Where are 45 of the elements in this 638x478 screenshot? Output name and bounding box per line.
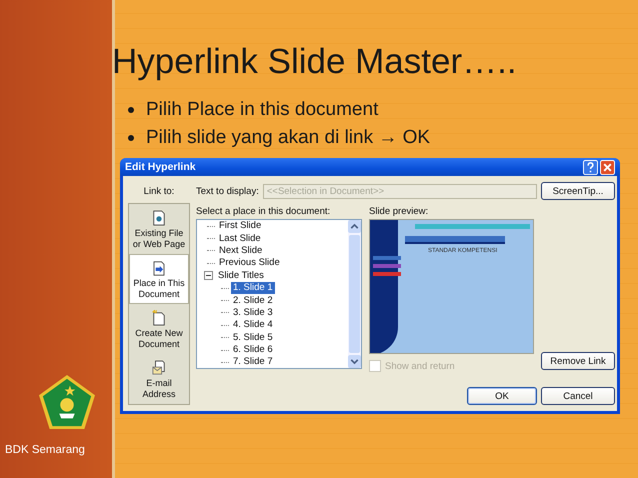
place-label: Select a place in this document: [196,206,332,217]
tree-item[interactable]: 4. Slide 4 [231,319,275,332]
help-icon[interactable] [583,160,598,174]
collapse-icon[interactable] [204,271,213,280]
document-icon [152,210,166,226]
tree-item[interactable]: 3. Slide 3 [231,306,275,319]
link-option[interactable]: E-mail Address [129,354,189,404]
close-icon[interactable] [600,160,615,174]
preview-label: Slide preview: [369,206,430,217]
tree-item[interactable]: First Slide [217,220,264,232]
pentagon-emblem-icon [38,374,96,430]
ok-button[interactable]: OK [467,387,537,405]
scrollbar[interactable] [348,220,361,368]
footer-text: BDK Semarang [5,444,85,456]
document-icon [152,261,166,276]
new-document-icon [152,310,166,326]
menu-bar-shape [373,256,401,260]
bullet-icon [128,135,134,141]
tree-item[interactable]: 1. Slide 1 [231,282,275,294]
link-to-label: Link to: [144,185,174,199]
remove-link-button[interactable]: Remove Link [541,352,615,370]
scroll-up-icon[interactable] [348,220,361,233]
link-option[interactable]: Create New Document [129,304,189,354]
tree-item[interactable]: Previous Slide [217,257,282,270]
text-to-display-label: Text to display: [196,186,259,196]
slide-title: Hyperlink Slide Master….. [112,41,518,83]
scroll-down-icon[interactable] [348,355,361,368]
tree-item[interactable]: Slide Titles [216,270,266,282]
tree-item[interactable]: 2. Slide 2 [231,294,275,307]
tree-item[interactable]: 7. Slide 7 [231,356,275,368]
link-option[interactable]: Place in This Document [129,254,189,304]
cancel-button[interactable]: Cancel [541,387,615,405]
menu-bar-shape [373,272,401,276]
bullet-text: Pilih Place in this document [146,98,378,122]
bullet-text: Pilih slide yang akan di link → OK [146,126,430,150]
tree-item[interactable]: 5. Slide 5 [231,332,275,344]
bullet-icon [128,107,134,113]
link-option[interactable]: Existing File or Web Page [129,204,189,254]
window-title: Edit Hyperlink [125,161,196,173]
tree-item[interactable]: Last Slide [217,232,263,245]
envelope-icon [152,360,166,376]
tree-item[interactable]: Next Slide [217,244,264,257]
tree-item[interactable]: 6. Slide 6 [231,344,275,356]
screentip-button[interactable]: ScreenTip... [541,182,615,200]
menu-bar-shape [373,264,401,268]
